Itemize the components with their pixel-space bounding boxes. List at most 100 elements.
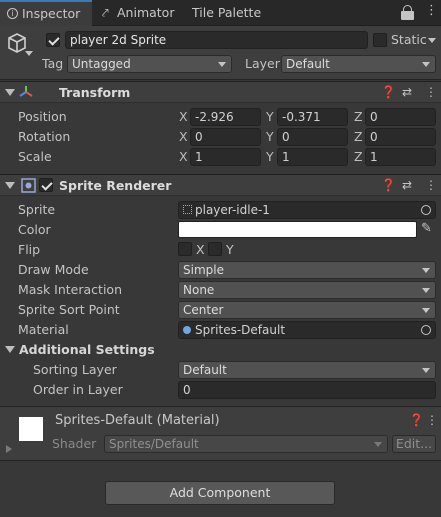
- icon-dropdown-arrow[interactable]: [25, 51, 33, 56]
- axis-z-label: Z: [354, 109, 363, 124]
- presets-icon[interactable]: ⇄: [402, 85, 412, 99]
- active-checkbox[interactable]: [46, 33, 60, 47]
- static-label: Static: [391, 32, 427, 47]
- tab-inspector[interactable]: i Inspector: [0, 0, 92, 26]
- chevron-down-icon: [218, 62, 226, 67]
- help-icon[interactable]: ❓: [409, 413, 424, 427]
- chevron-down-icon: [422, 288, 430, 293]
- rotation-x-input[interactable]: 0: [190, 128, 261, 146]
- sprite-renderer-icon: [21, 178, 36, 193]
- kebab-menu-icon[interactable]: ⋮: [425, 3, 438, 18]
- tag-dropdown[interactable]: Untagged: [67, 55, 232, 73]
- layer-label: Layer: [245, 56, 280, 71]
- material-section: Sprites-Default (Material) ❓ ⋮ Shader Sp…: [0, 407, 441, 461]
- layer-value: Default: [286, 57, 330, 71]
- tab-tile-palette[interactable]: Tile Palette: [192, 0, 272, 26]
- scale-label: Scale: [18, 149, 52, 164]
- shader-value: Sprites/Default: [109, 437, 199, 451]
- axis-y-label: Y: [266, 129, 274, 144]
- sprite-sort-point-label: Sprite Sort Point: [18, 302, 120, 317]
- help-icon[interactable]: ❓: [381, 85, 396, 99]
- static-checkbox[interactable]: [373, 33, 387, 47]
- sprite-renderer-enabled-checkbox[interactable]: [39, 178, 53, 192]
- flip-y-label: Y: [226, 242, 234, 257]
- position-z-input[interactable]: 0: [365, 108, 436, 126]
- transform-header[interactable]: Transform ❓ ⇄ ⋮: [0, 81, 441, 103]
- foldout-collapsed-icon[interactable]: [6, 445, 12, 453]
- flip-label: Flip: [18, 242, 41, 257]
- axis-z-label: Z: [354, 149, 363, 164]
- material-object-field[interactable]: Sprites-Default: [178, 321, 436, 339]
- sprite-renderer-title: Sprite Renderer: [59, 178, 172, 193]
- chevron-down-icon: [422, 268, 430, 273]
- tab-animator[interactable]: ⤤ Animator: [100, 0, 182, 26]
- chevron-down-icon: [422, 308, 430, 313]
- help-icon[interactable]: ❓: [381, 178, 396, 192]
- transform-title: Transform: [59, 85, 131, 100]
- sprite-value: player-idle-1: [195, 203, 270, 217]
- sorting-layer-label: Sorting Layer: [33, 362, 117, 377]
- scale-z-input[interactable]: 1: [365, 148, 436, 166]
- sorting-layer-value: Default: [183, 363, 227, 377]
- flip-x-label: X: [196, 242, 205, 257]
- kebab-menu-icon[interactable]: ⋮: [426, 413, 438, 427]
- kebab-menu-icon[interactable]: ⋮: [425, 85, 437, 99]
- sprite-object-field[interactable]: player-idle-1: [178, 201, 436, 219]
- rotation-y-input[interactable]: 0: [277, 128, 348, 146]
- object-picker-icon[interactable]: [421, 205, 431, 215]
- gameobject-header: player 2d Sprite Static Tag Untagged Lay…: [0, 26, 441, 80]
- mask-interaction-dropdown[interactable]: None: [178, 281, 436, 299]
- additional-settings-title[interactable]: Additional Settings: [19, 342, 155, 357]
- sprite-renderer-header[interactable]: Sprite Renderer ❓ ⇄ ⋮: [0, 174, 441, 196]
- sprite-label: Sprite: [18, 202, 56, 217]
- foldout-arrow-icon[interactable]: [5, 182, 15, 189]
- draw-mode-label: Draw Mode: [18, 262, 89, 277]
- axis-x-label: X: [179, 129, 188, 144]
- axis-y-label: Y: [266, 149, 274, 164]
- add-component-button[interactable]: Add Component: [105, 481, 335, 505]
- foldout-arrow-icon[interactable]: [5, 89, 15, 96]
- color-swatch[interactable]: [178, 221, 417, 238]
- eyedropper-icon[interactable]: ✎: [421, 221, 432, 236]
- object-picker-icon[interactable]: [421, 325, 431, 335]
- additional-settings-foldout-icon[interactable]: [5, 346, 15, 353]
- scale-y-input[interactable]: 1: [277, 148, 348, 166]
- lock-body-icon: [401, 11, 414, 20]
- tab-inspector-label: Inspector: [22, 6, 81, 21]
- order-in-layer-label: Order in Layer: [33, 382, 123, 397]
- shader-dropdown[interactable]: Sprites/Default: [104, 435, 388, 453]
- material-asset-icon: [183, 326, 191, 334]
- mask-interaction-label: Mask Interaction: [18, 282, 122, 297]
- chevron-down-icon: [422, 368, 430, 373]
- position-y-input[interactable]: -0.371: [277, 108, 348, 126]
- info-icon: i: [7, 8, 18, 19]
- draw-mode-value: Simple: [183, 263, 224, 277]
- chevron-down-icon: [374, 442, 382, 447]
- tab-tile-palette-label: Tile Palette: [192, 5, 262, 20]
- material-value: Sprites-Default: [195, 323, 286, 337]
- sorting-layer-dropdown[interactable]: Default: [178, 361, 436, 379]
- layer-dropdown[interactable]: Default: [281, 55, 436, 73]
- sprite-sort-point-dropdown[interactable]: Center: [178, 301, 436, 319]
- tag-value: Untagged: [72, 57, 131, 71]
- chevron-down-icon: [422, 62, 430, 67]
- scale-x-input[interactable]: 1: [190, 148, 261, 166]
- edit-shader-button[interactable]: Edit...: [392, 435, 436, 453]
- rotation-z-input[interactable]: 0: [365, 128, 436, 146]
- draw-mode-dropdown[interactable]: Simple: [178, 261, 436, 279]
- tab-animator-label: Animator: [117, 5, 175, 20]
- rotation-label: Rotation: [18, 129, 71, 144]
- flip-x-checkbox[interactable]: [178, 242, 192, 256]
- transform-icon: [19, 86, 33, 97]
- position-x-input[interactable]: -2.926: [190, 108, 261, 126]
- presets-icon[interactable]: ⇄: [402, 178, 412, 192]
- shader-label: Shader: [52, 436, 97, 451]
- mask-interaction-value: None: [183, 283, 215, 297]
- static-dropdown-arrow[interactable]: [428, 38, 436, 43]
- flip-y-checkbox[interactable]: [208, 242, 222, 256]
- object-name-input[interactable]: player 2d Sprite: [65, 31, 368, 49]
- order-in-layer-input[interactable]: 0: [178, 381, 436, 399]
- kebab-menu-icon[interactable]: ⋮: [425, 178, 437, 192]
- color-label: Color: [18, 222, 51, 237]
- position-label: Position: [18, 109, 67, 124]
